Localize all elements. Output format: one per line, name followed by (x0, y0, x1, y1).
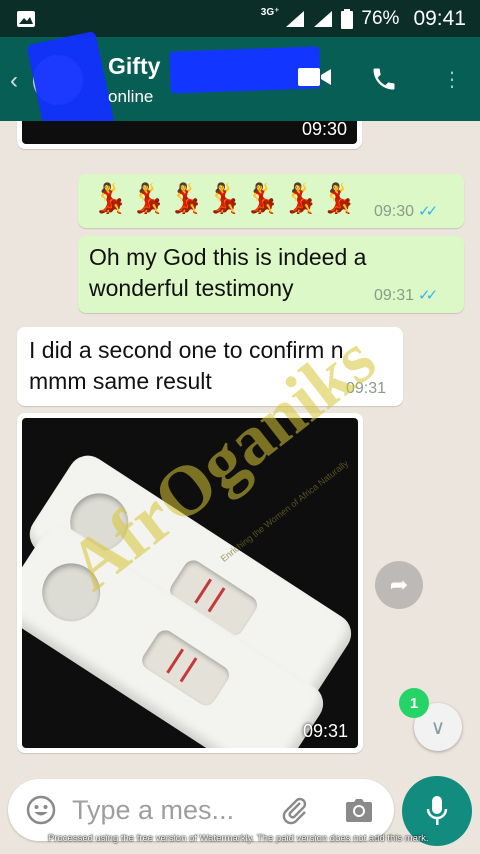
result-window (138, 626, 233, 710)
paperclip-icon[interactable] (280, 795, 310, 825)
test-line (179, 657, 198, 683)
back-arrow-icon[interactable]: ‹ (10, 67, 18, 95)
image-thumbnail[interactable]: 09:30 (22, 121, 357, 144)
mic-icon (426, 796, 448, 825)
message-composer (8, 779, 394, 841)
clock: 09:41 (413, 6, 466, 30)
read-receipt-icon: ✓✓ (418, 287, 438, 304)
message-time: 09:31 (302, 721, 348, 741)
message-input[interactable] (72, 789, 272, 831)
emoji-icon[interactable] (26, 795, 56, 825)
message-time: 09:30 (374, 203, 415, 220)
message-meta: 09:30 ✓✓ (374, 202, 438, 221)
outgoing-emoji-message[interactable]: 💃💃💃💃💃💃💃 09:30 ✓✓ (78, 174, 464, 228)
message-time: 09:31 (374, 287, 415, 304)
unread-badge: 1 (399, 688, 429, 718)
battery-level: 76% (361, 7, 400, 29)
chat-area[interactable]: 09:30 💃💃💃💃💃💃💃 09:30 ✓✓ Oh my God this is … (0, 121, 480, 761)
status-bar: 3G⁺ 76% 09:41 (0, 0, 480, 37)
message-text: Oh my God this is indeed a wonderful tes… (89, 244, 367, 301)
read-receipt-icon: ✓✓ (418, 203, 438, 220)
emoji-text: 💃💃💃💃💃💃💃 (92, 183, 359, 215)
watermark-footer-note: Processed using the free version of Wate… (48, 833, 429, 844)
camera-icon[interactable] (344, 796, 374, 824)
battery-icon (341, 8, 354, 29)
signal-icon-2 (314, 10, 333, 27)
contact-name[interactable]: Gifty (108, 53, 160, 80)
gallery-notification-icon (17, 10, 35, 27)
message-time: 09:30 (301, 121, 347, 139)
video-call-icon[interactable] (298, 65, 332, 89)
chat-header: ‹ Gifty online ⋮ (0, 30, 480, 144)
test-line (207, 587, 226, 613)
control-line (166, 648, 185, 674)
signal-icon (286, 10, 305, 27)
network-type: 3G⁺ (260, 7, 280, 18)
control-line (194, 578, 213, 604)
outgoing-text-message[interactable]: Oh my God this is indeed a wonderful tes… (78, 236, 464, 313)
message-meta: 09:31 ✓✓ (374, 286, 438, 305)
phone-icon[interactable] (370, 65, 398, 93)
more-vert-icon[interactable]: ⋮ (442, 67, 462, 92)
forward-icon[interactable]: ➦ (375, 561, 423, 609)
image-message-tail[interactable]: 09:30 (17, 121, 362, 149)
contact-status: online (108, 87, 154, 106)
